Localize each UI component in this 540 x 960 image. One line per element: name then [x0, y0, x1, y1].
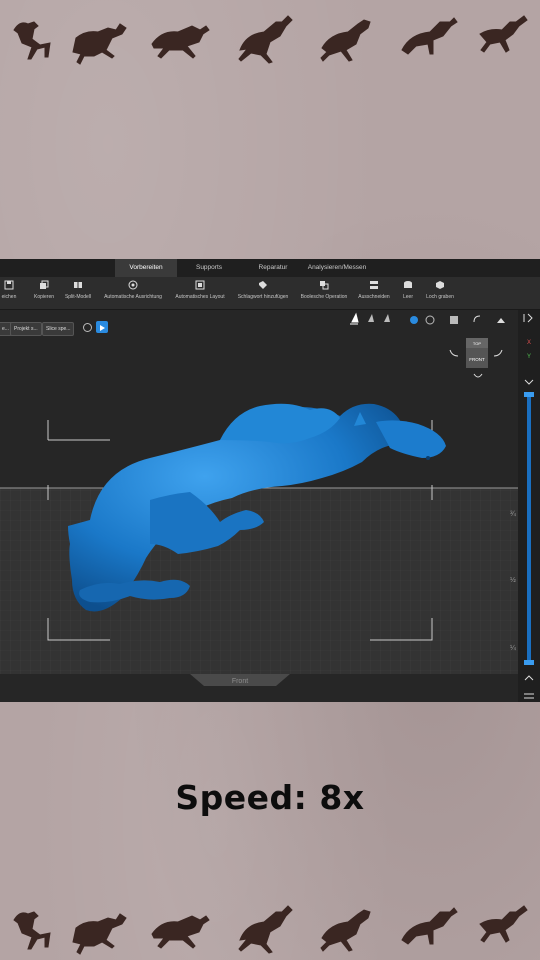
horse-border-top: [0, 10, 540, 70]
layout-icon: [195, 280, 205, 290]
cut-label: Ausschneiden: [358, 294, 390, 300]
slider-top-handle[interactable]: [524, 392, 534, 397]
hollow-button[interactable]: Leer: [398, 280, 418, 300]
boolean-button[interactable]: Boolesche Operation: [296, 280, 352, 300]
toolbar: eichen Kopieren Split-Modell Automatisch…: [0, 277, 540, 310]
right-panel: X Y: [518, 310, 540, 702]
tag-icon: [259, 281, 267, 289]
hollow-icon: [404, 281, 412, 288]
copy-button[interactable]: Kopieren: [30, 280, 58, 300]
horse-silhouettes-icon: [13, 905, 528, 955]
tag-label: Schlagwort hinzufügen: [237, 294, 289, 300]
hole-label: Loch graben: [426, 294, 454, 300]
app-window: Vorbereiten Supports Reparatur Analysier…: [0, 259, 540, 702]
horse-silhouettes-icon: [13, 15, 528, 65]
breadcrumb-item-2[interactable]: Projekt s...: [10, 322, 42, 336]
view-cube-front: FRONT: [469, 357, 485, 362]
view-cube-top: TOP: [473, 341, 481, 346]
settings-icon[interactable]: [83, 323, 92, 332]
x-axis-icon: X: [527, 340, 531, 346]
boolean-label: Boolesche Operation: [300, 294, 348, 300]
tab-analysieren[interactable]: Analysieren/Messen: [304, 259, 370, 277]
tab-vorbereiten[interactable]: Vorbereiten: [115, 259, 177, 277]
tick-three-quarter: ¾: [510, 511, 516, 518]
tab-bar: Vorbereiten Supports Reparatur Analysier…: [0, 259, 540, 277]
save-button[interactable]: eichen: [0, 280, 22, 300]
tick-half: ½: [510, 576, 516, 584]
auto-orient-button[interactable]: Automatische Ausrichtung: [99, 280, 167, 300]
tick-quarter: ¼: [510, 645, 516, 652]
layer-slider[interactable]: [527, 396, 531, 664]
boolean-icon: [320, 281, 329, 290]
split-icon: [74, 282, 82, 288]
right-panel-controls: X Y: [523, 313, 534, 699]
y-axis-icon: Y: [527, 354, 531, 360]
copy-icon: [40, 280, 49, 289]
tab-supports[interactable]: Supports: [184, 259, 234, 277]
cut-icon: [370, 281, 378, 289]
layout-label: Automatisches Layout: [175, 294, 225, 300]
breadcrumb-item-3[interactable]: Slice spe...: [42, 322, 75, 336]
split-model-button[interactable]: Split-Modell: [60, 280, 96, 300]
slider-bottom-handle[interactable]: [524, 660, 534, 665]
scene-canvas: ¾ ½ ¼ Front TOP FRONT: [0, 312, 518, 686]
play-icon: [100, 325, 105, 331]
3d-viewport[interactable]: ¾ ½ ¼ Front TOP FRONT e... Projekt s... …: [0, 310, 518, 702]
horse-border-bottom: [0, 900, 540, 960]
save-icon: [4, 280, 14, 290]
view-front-label: Front: [232, 678, 248, 685]
orient-icon: [128, 280, 138, 290]
dig-hole-button[interactable]: Loch graben: [422, 280, 458, 300]
save-label: eichen: [1, 294, 17, 300]
tab-reparatur[interactable]: Reparatur: [246, 259, 300, 277]
split-label: Split-Modell: [64, 294, 92, 300]
copy-label: Kopieren: [33, 294, 54, 300]
speed-caption: Speed: 8x: [175, 778, 365, 817]
orient-label: Automatische Ausrichtung: [104, 294, 162, 300]
auto-layout-button[interactable]: Automatisches Layout: [170, 280, 230, 300]
play-button[interactable]: [96, 321, 108, 333]
add-tag-button[interactable]: Schlagwort hinzufügen: [233, 280, 293, 300]
hollow-label: Leer: [402, 294, 413, 300]
hole-icon: [436, 281, 444, 289]
cut-button[interactable]: Ausschneiden: [354, 280, 394, 300]
